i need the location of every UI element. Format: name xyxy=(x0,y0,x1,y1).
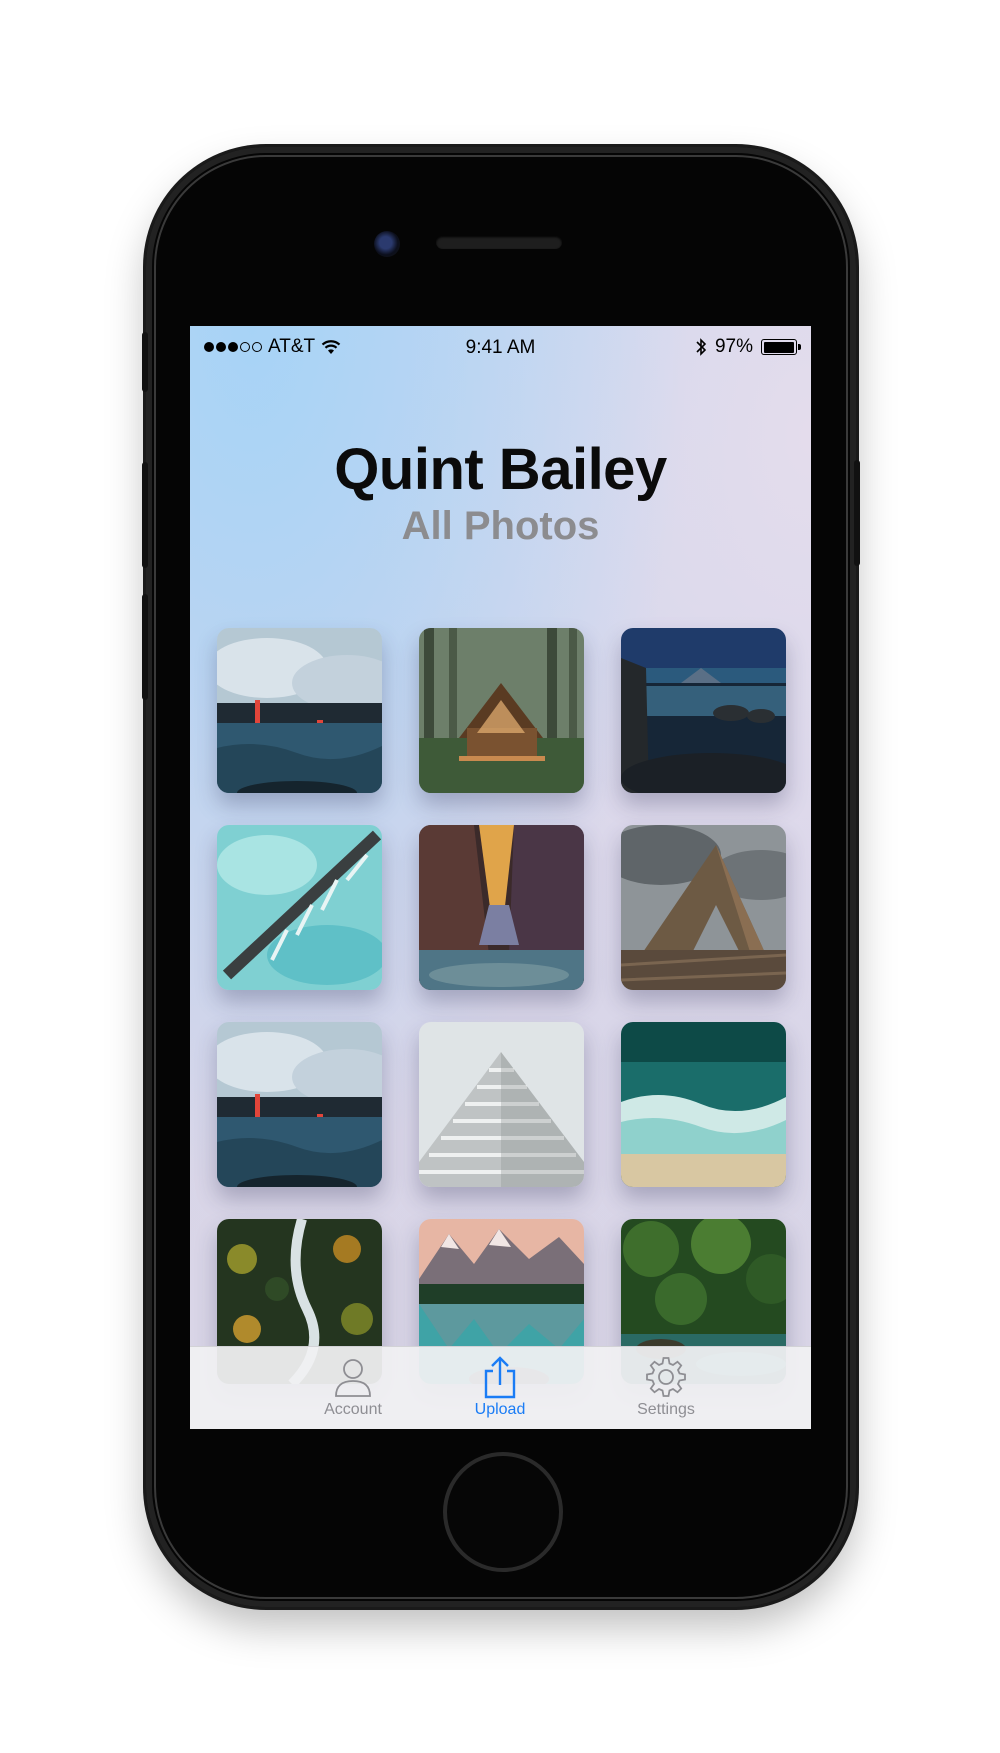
power-button xyxy=(854,460,860,566)
aerial-glacier-photo[interactable] xyxy=(217,825,382,990)
home-button[interactable] xyxy=(443,1452,563,1572)
page-subtitle: All Photos xyxy=(401,504,600,548)
gear-icon xyxy=(646,1357,686,1397)
volume-down-button xyxy=(142,594,148,700)
front-camera xyxy=(374,231,400,257)
person-icon xyxy=(335,1359,371,1397)
status-bar: AT&T 9:41 AM 97% xyxy=(190,326,811,370)
lava-ocean-photo[interactable] xyxy=(217,628,382,793)
tab-upload[interactable]: Upload xyxy=(440,1355,560,1419)
volume-up-button xyxy=(142,462,148,568)
earpiece-speaker xyxy=(436,236,562,249)
bluetooth-icon xyxy=(696,338,707,356)
share-upload-icon xyxy=(484,1356,516,1399)
rock-arch-photo[interactable] xyxy=(621,825,786,990)
building-tiers-photo[interactable] xyxy=(419,1022,584,1187)
battery-icon xyxy=(761,339,801,355)
tab-settings-label: Settings xyxy=(637,1401,695,1418)
tab-account[interactable]: Account xyxy=(293,1355,413,1419)
aerial-waves-photo[interactable] xyxy=(621,1022,786,1187)
tab-settings[interactable]: Settings xyxy=(606,1355,726,1419)
canyon-river-photo[interactable] xyxy=(419,825,584,990)
photo-grid xyxy=(217,628,787,1384)
lava-ocean-photo-2[interactable] xyxy=(217,1022,382,1187)
tab-upload-label: Upload xyxy=(474,1401,526,1418)
mute-switch xyxy=(142,332,148,392)
app-screen: AT&T 9:41 AM 97% Quint Bailey All Photos xyxy=(190,326,811,1429)
forest-cabin-photo[interactable] xyxy=(419,628,584,793)
tab-account-label: Account xyxy=(324,1401,382,1418)
night-lake-photo[interactable] xyxy=(621,628,786,793)
battery-percent: 97% xyxy=(714,336,753,357)
page-title: Quint Bailey xyxy=(334,437,667,502)
status-right: 97% xyxy=(695,336,801,358)
tab-bar: Account Upload Settings xyxy=(190,1346,811,1429)
